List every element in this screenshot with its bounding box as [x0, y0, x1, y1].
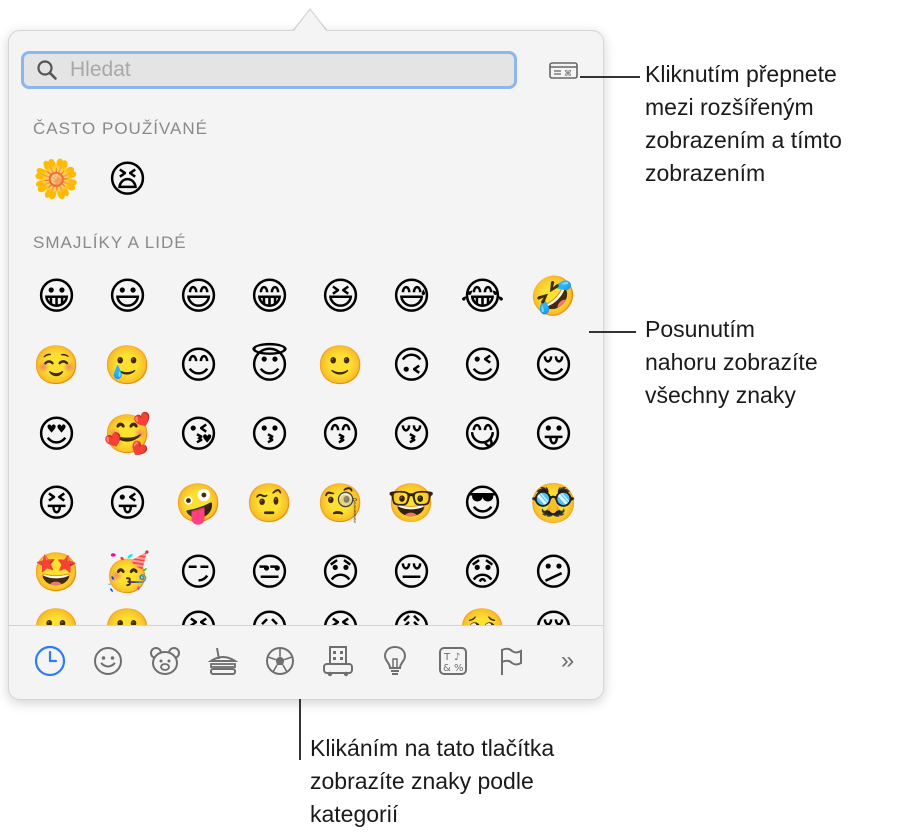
callout-toggle-view: Kliknutím přepnete mezi rozšířeným zobra… [645, 58, 842, 190]
callout-line: nahoru zobrazíte [645, 349, 818, 375]
category-animals-button[interactable] [144, 643, 186, 679]
section-title-frequently-used: ČASTO POUŽÍVANÉ [33, 119, 208, 138]
emoji-cell[interactable]: 😒 [246, 549, 293, 596]
svg-text:⌘: ⌘ [564, 69, 572, 78]
emoji-cell[interactable]: 😍 [33, 411, 80, 458]
emoji-cell[interactable]: 😛 [530, 411, 577, 458]
callout-toggle-leader [580, 76, 640, 78]
emoji-cell[interactable]: 😌 [530, 342, 577, 389]
emoji-cell[interactable]: 😎 [459, 480, 506, 527]
category-more-button[interactable]: » [547, 643, 589, 679]
callout-line: zobrazením [645, 160, 766, 186]
emoji-cell[interactable]: 🧐 [317, 480, 364, 527]
emoji-cell[interactable]: 😗 [246, 411, 293, 458]
callout-scroll: Posunutím nahoru zobrazíte všechny znaky [645, 313, 818, 412]
emoji-cell[interactable]: 😇 [246, 342, 293, 389]
flag-icon [501, 647, 522, 675]
smileys-emoji-row: 😝 😜 🤪 🤨 🧐 🤓 😎 🥸 [33, 480, 601, 527]
search-field[interactable] [21, 51, 517, 89]
emoji-cell[interactable]: ☺️ [33, 342, 80, 389]
bear-icon [150, 647, 180, 675]
smileys-emoji-row: 🤩 🥳 😏 😒 😞 😔 😟 😕 [33, 549, 601, 596]
emoji-cell[interactable]: 😆 [317, 273, 364, 320]
smiley-icon [93, 647, 122, 675]
category-bar: T ♪ & % » [29, 643, 603, 679]
emoji-cell[interactable]: 🥳 [104, 549, 151, 596]
callout-categories: Klikáním na tato tlačítka zobrazíte znak… [310, 732, 554, 831]
callout-line: všechny znaky [645, 382, 796, 408]
emoji-cell[interactable]: 🥰 [104, 411, 151, 458]
callout-line: Kliknutím přepnete [645, 61, 837, 87]
emoji-cell[interactable]: 😜 [104, 480, 151, 527]
emoji-cell[interactable]: 🌼 [33, 156, 80, 203]
svg-text:&: & [443, 663, 451, 674]
section-title-smileys-people: SMAJLÍKY A LIDÉ [33, 233, 187, 252]
category-symbols-button[interactable]: T ♪ & % [432, 643, 474, 679]
emoji-cell[interactable]: 😄 [175, 273, 222, 320]
keyboard-window-icon: ⌘ [549, 62, 578, 79]
emoji-cell[interactable]: 🙃 [388, 342, 435, 389]
emoji-cell[interactable]: 😙 [317, 411, 364, 458]
category-activity-button[interactable] [259, 643, 301, 679]
emoji-cell[interactable]: 😏 [175, 549, 222, 596]
frequent-emoji-row: 🌼 😫 [33, 156, 175, 203]
lightbulb-icon [383, 645, 407, 675]
category-travel-button[interactable] [317, 643, 359, 679]
callout-scroll-leader [589, 331, 636, 333]
emoji-cell[interactable]: 🤩 [33, 549, 80, 596]
svg-text:%: % [454, 663, 464, 674]
smileys-emoji-row: 😍 🥰 😘 😗 😙 😚 😋 😛 [33, 411, 601, 458]
search-icon [37, 60, 57, 80]
emoji-cell[interactable]: 😃 [104, 273, 151, 320]
search-input[interactable] [68, 57, 492, 83]
emoji-cell[interactable]: 🤣 [530, 273, 577, 320]
emoji-cell[interactable]: 😋 [459, 411, 506, 458]
emoji-cell[interactable]: 😂 [459, 273, 506, 320]
symbols-icon: T ♪ & % [438, 647, 467, 675]
callout-line: zobrazením a tímto [645, 127, 842, 153]
smileys-emoji-row: ☺️ 🥲 😊 😇 🙂 🙃 😉 😌 [33, 342, 601, 389]
emoji-cell[interactable]: 🙂 [317, 342, 364, 389]
emoji-cell[interactable]: 😔 [388, 549, 435, 596]
emoji-cell[interactable]: 😚 [388, 411, 435, 458]
callout-line: zobrazíte znaky podle [310, 768, 534, 794]
callout-line: mezi rozšířeným [645, 94, 814, 120]
category-objects-button[interactable] [374, 643, 416, 679]
emoji-cell[interactable]: 😝 [33, 480, 80, 527]
category-smileys-button[interactable] [87, 643, 129, 679]
emoji-cell[interactable]: 🤓 [388, 480, 435, 527]
emoji-cell[interactable]: 😅 [388, 273, 435, 320]
emoji-cell[interactable]: 😁 [246, 273, 293, 320]
callout-line: kategorií [310, 801, 399, 827]
emoji-cell[interactable]: 😉 [459, 342, 506, 389]
emoji-cell[interactable]: 😀 [33, 273, 80, 320]
clock-icon [34, 645, 66, 677]
emoji-picker-popover: ⌘ ČASTO POUŽÍVANÉ 🌼 😫 SMAJLÍKY A LIDÉ 😀 … [8, 30, 604, 700]
category-recent-button[interactable] [29, 643, 71, 679]
burger-icon [207, 647, 238, 675]
emoji-cell[interactable]: 😟 [459, 549, 506, 596]
emoji-cell[interactable]: 😕 [530, 549, 577, 596]
building-icon [322, 646, 353, 677]
expand-view-toggle-button[interactable]: ⌘ [549, 61, 579, 81]
emoji-cell[interactable]: 😊 [175, 342, 222, 389]
emoji-cell[interactable]: 🥸 [530, 480, 577, 527]
callout-line: Posunutím [645, 316, 755, 342]
emoji-cell[interactable]: 😞 [317, 549, 364, 596]
category-flags-button[interactable] [489, 643, 531, 679]
svg-text:T: T [443, 652, 451, 663]
popover-arrow-fill [293, 10, 327, 32]
emoji-cell[interactable]: 😫 [104, 156, 151, 203]
svg-text:♪: ♪ [454, 652, 460, 663]
smileys-emoji-row: 😀 😃 😄 😁 😆 😅 😂 🤣 [33, 273, 601, 320]
soccer-ball-icon [266, 647, 294, 675]
emoji-cell[interactable]: 😘 [175, 411, 222, 458]
emoji-cell[interactable]: 🤪 [175, 480, 222, 527]
callout-line: Klikáním na tato tlačítka [310, 735, 555, 761]
emoji-cell[interactable]: 🥲 [104, 342, 151, 389]
emoji-cell[interactable]: 🤨 [246, 480, 293, 527]
double-chevron-right-icon: » [560, 647, 575, 674]
category-bar-border [9, 625, 603, 626]
category-food-button[interactable] [202, 643, 244, 679]
